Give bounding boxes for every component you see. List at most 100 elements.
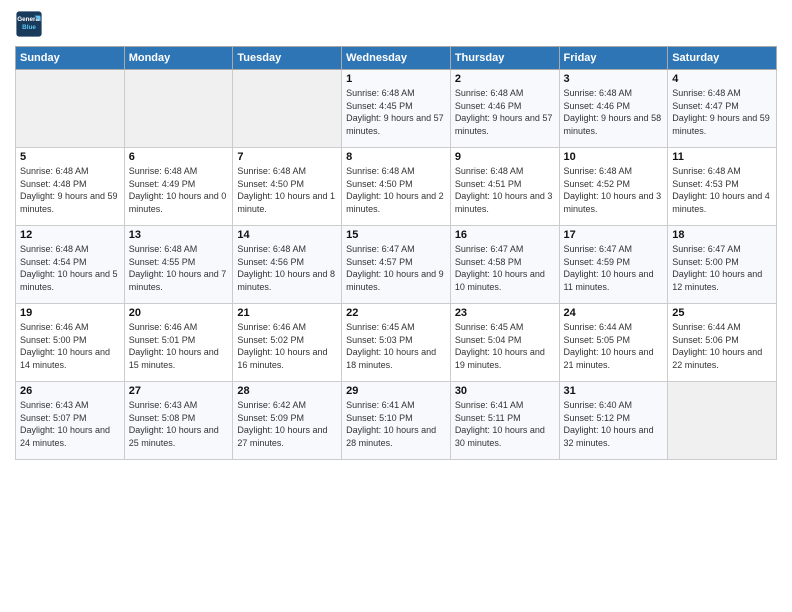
weekday-header: Wednesday <box>342 47 451 70</box>
day-info: Sunrise: 6:48 AMSunset: 4:48 PMDaylight:… <box>20 165 120 215</box>
calendar-cell: 28Sunrise: 6:42 AMSunset: 5:09 PMDayligh… <box>233 382 342 460</box>
calendar-cell: 22 Sunrise: 6:45 AMSunset: 5:03 PMDayligh… <box>342 304 451 382</box>
calendar-cell: 23 Sunrise: 6:45 AMSunset: 5:04 PMDayligh… <box>450 304 559 382</box>
header: General Blue <box>15 10 777 38</box>
day-info: Sunrise: 6:48 AMSunset: 4:47 PMDaylight:… <box>672 87 772 137</box>
calendar-week: 19 Sunrise: 6:46 AMSunset: 5:00 PMDayligh… <box>16 304 777 382</box>
day-info: Sunrise: 6:46 AMSunset: 5:01 PMDaylight:… <box>129 321 229 371</box>
calendar-cell: 25 Sunrise: 6:44 AMSunset: 5:06 PMDayligh… <box>668 304 777 382</box>
day-number: 12 <box>20 229 120 241</box>
calendar-cell: 12Sunrise: 6:48 AMSunset: 4:54 PMDayligh… <box>16 226 125 304</box>
day-info: Sunrise: 6:46 AMSunset: 5:02 PMDaylight:… <box>237 321 337 371</box>
day-info: Sunrise: 6:48 AMSunset: 4:55 PMDaylight:… <box>129 243 229 293</box>
day-number: 3 <box>564 73 664 85</box>
calendar-cell <box>124 70 233 148</box>
calendar-cell: 3Sunrise: 6:48 AMSunset: 4:46 PMDaylight… <box>559 70 668 148</box>
day-number: 7 <box>237 151 337 163</box>
day-number: 18 <box>672 229 772 241</box>
day-number: 10 <box>564 151 664 163</box>
calendar-cell: 24Sunrise: 6:44 AMSunset: 5:05 PMDayligh… <box>559 304 668 382</box>
day-number: 17 <box>564 229 664 241</box>
calendar-cell: 30 Sunrise: 6:41 AMSunset: 5:11 PMDayligh… <box>450 382 559 460</box>
day-number: 30 <box>455 385 555 397</box>
day-number: 27 <box>129 385 229 397</box>
calendar-cell: 29Sunrise: 6:41 AMSunset: 5:10 PMDayligh… <box>342 382 451 460</box>
day-number: 24 <box>564 307 664 319</box>
day-number: 8 <box>346 151 446 163</box>
calendar-cell: 7 Sunrise: 6:48 AMSunset: 4:50 PMDaylight… <box>233 148 342 226</box>
calendar-cell <box>668 382 777 460</box>
day-info: Sunrise: 6:47 AMSunset: 5:00 PMDaylight:… <box>672 243 772 293</box>
logo-icon: General Blue <box>15 10 43 38</box>
day-info: Sunrise: 6:47 AMSunset: 4:58 PMDaylight:… <box>455 243 555 293</box>
day-info: Sunrise: 6:44 AMSunset: 5:06 PMDaylight:… <box>672 321 772 371</box>
day-info: Sunrise: 6:48 AMSunset: 4:53 PMDaylight:… <box>672 165 772 215</box>
calendar-cell: 18 Sunrise: 6:47 AMSunset: 5:00 PMDayligh… <box>668 226 777 304</box>
calendar-cell: 16Sunrise: 6:47 AMSunset: 4:58 PMDayligh… <box>450 226 559 304</box>
calendar-cell: 6 Sunrise: 6:48 AMSunset: 4:49 PMDaylight… <box>124 148 233 226</box>
day-info: Sunrise: 6:41 AMSunset: 5:10 PMDaylight:… <box>346 399 446 449</box>
day-number: 2 <box>455 73 555 85</box>
calendar-cell: 9Sunrise: 6:48 AMSunset: 4:51 PMDaylight… <box>450 148 559 226</box>
day-number: 13 <box>129 229 229 241</box>
calendar-cell: 21 Sunrise: 6:46 AMSunset: 5:02 PMDayligh… <box>233 304 342 382</box>
day-info: Sunrise: 6:40 AMSunset: 5:12 PMDaylight:… <box>564 399 664 449</box>
day-number: 11 <box>672 151 772 163</box>
day-info: Sunrise: 6:47 AMSunset: 4:57 PMDaylight:… <box>346 243 446 293</box>
calendar-week: 26 Sunrise: 6:43 AMSunset: 5:07 PMDayligh… <box>16 382 777 460</box>
calendar-week: 5 Sunrise: 6:48 AMSunset: 4:48 PMDaylight… <box>16 148 777 226</box>
day-number: 6 <box>129 151 229 163</box>
day-info: Sunrise: 6:43 AMSunset: 5:07 PMDaylight:… <box>20 399 120 449</box>
day-number: 19 <box>20 307 120 319</box>
weekday-header: Friday <box>559 47 668 70</box>
page-container: General Blue SundayMondayTuesdayWednesda… <box>0 0 792 470</box>
day-info: Sunrise: 6:47 AMSunset: 4:59 PMDaylight:… <box>564 243 664 293</box>
day-number: 4 <box>672 73 772 85</box>
day-info: Sunrise: 6:45 AMSunset: 5:04 PMDaylight:… <box>455 321 555 371</box>
calendar-table: SundayMondayTuesdayWednesdayThursdayFrid… <box>15 46 777 460</box>
day-number: 22 <box>346 307 446 319</box>
logo: General Blue <box>15 10 43 38</box>
calendar-cell <box>233 70 342 148</box>
day-number: 23 <box>455 307 555 319</box>
weekday-header: Thursday <box>450 47 559 70</box>
calendar-cell: 8Sunrise: 6:48 AMSunset: 4:50 PMDaylight… <box>342 148 451 226</box>
day-info: Sunrise: 6:48 AMSunset: 4:56 PMDaylight:… <box>237 243 337 293</box>
calendar-cell: 13 Sunrise: 6:48 AMSunset: 4:55 PMDayligh… <box>124 226 233 304</box>
day-number: 21 <box>237 307 337 319</box>
day-info: Sunrise: 6:48 AMSunset: 4:52 PMDaylight:… <box>564 165 664 215</box>
day-number: 1 <box>346 73 446 85</box>
calendar-cell: 5 Sunrise: 6:48 AMSunset: 4:48 PMDaylight… <box>16 148 125 226</box>
day-number: 15 <box>346 229 446 241</box>
day-info: Sunrise: 6:43 AMSunset: 5:08 PMDaylight:… <box>129 399 229 449</box>
day-info: Sunrise: 6:48 AMSunset: 4:50 PMDaylight:… <box>237 165 337 215</box>
calendar-cell: 4 Sunrise: 6:48 AMSunset: 4:47 PMDaylight… <box>668 70 777 148</box>
calendar-cell: 15 Sunrise: 6:47 AMSunset: 4:57 PMDayligh… <box>342 226 451 304</box>
day-number: 20 <box>129 307 229 319</box>
day-number: 5 <box>20 151 120 163</box>
header-row: SundayMondayTuesdayWednesdayThursdayFrid… <box>16 47 777 70</box>
day-info: Sunrise: 6:46 AMSunset: 5:00 PMDaylight:… <box>20 321 120 371</box>
calendar-cell: 10 Sunrise: 6:48 AMSunset: 4:52 PMDayligh… <box>559 148 668 226</box>
day-info: Sunrise: 6:45 AMSunset: 5:03 PMDaylight:… <box>346 321 446 371</box>
calendar-cell: 14 Sunrise: 6:48 AMSunset: 4:56 PMDayligh… <box>233 226 342 304</box>
day-number: 9 <box>455 151 555 163</box>
day-info: Sunrise: 6:41 AMSunset: 5:11 PMDaylight:… <box>455 399 555 449</box>
day-info: Sunrise: 6:48 AMSunset: 4:49 PMDaylight:… <box>129 165 229 215</box>
day-number: 25 <box>672 307 772 319</box>
calendar-cell: 17 Sunrise: 6:47 AMSunset: 4:59 PMDayligh… <box>559 226 668 304</box>
calendar-cell: 1 Sunrise: 6:48 AMSunset: 4:45 PMDaylight… <box>342 70 451 148</box>
day-number: 14 <box>237 229 337 241</box>
svg-text:Blue: Blue <box>22 24 36 31</box>
weekday-header: Saturday <box>668 47 777 70</box>
calendar-cell: 27 Sunrise: 6:43 AMSunset: 5:08 PMDayligh… <box>124 382 233 460</box>
calendar-cell: 20 Sunrise: 6:46 AMSunset: 5:01 PMDayligh… <box>124 304 233 382</box>
day-number: 31 <box>564 385 664 397</box>
calendar-cell: 26 Sunrise: 6:43 AMSunset: 5:07 PMDayligh… <box>16 382 125 460</box>
day-info: Sunrise: 6:48 AMSunset: 4:45 PMDaylight:… <box>346 87 446 137</box>
day-number: 26 <box>20 385 120 397</box>
day-info: Sunrise: 6:48 AMSunset: 4:46 PMDaylight:… <box>455 87 555 137</box>
weekday-header: Monday <box>124 47 233 70</box>
calendar-cell: 2 Sunrise: 6:48 AMSunset: 4:46 PMDaylight… <box>450 70 559 148</box>
weekday-header: Tuesday <box>233 47 342 70</box>
